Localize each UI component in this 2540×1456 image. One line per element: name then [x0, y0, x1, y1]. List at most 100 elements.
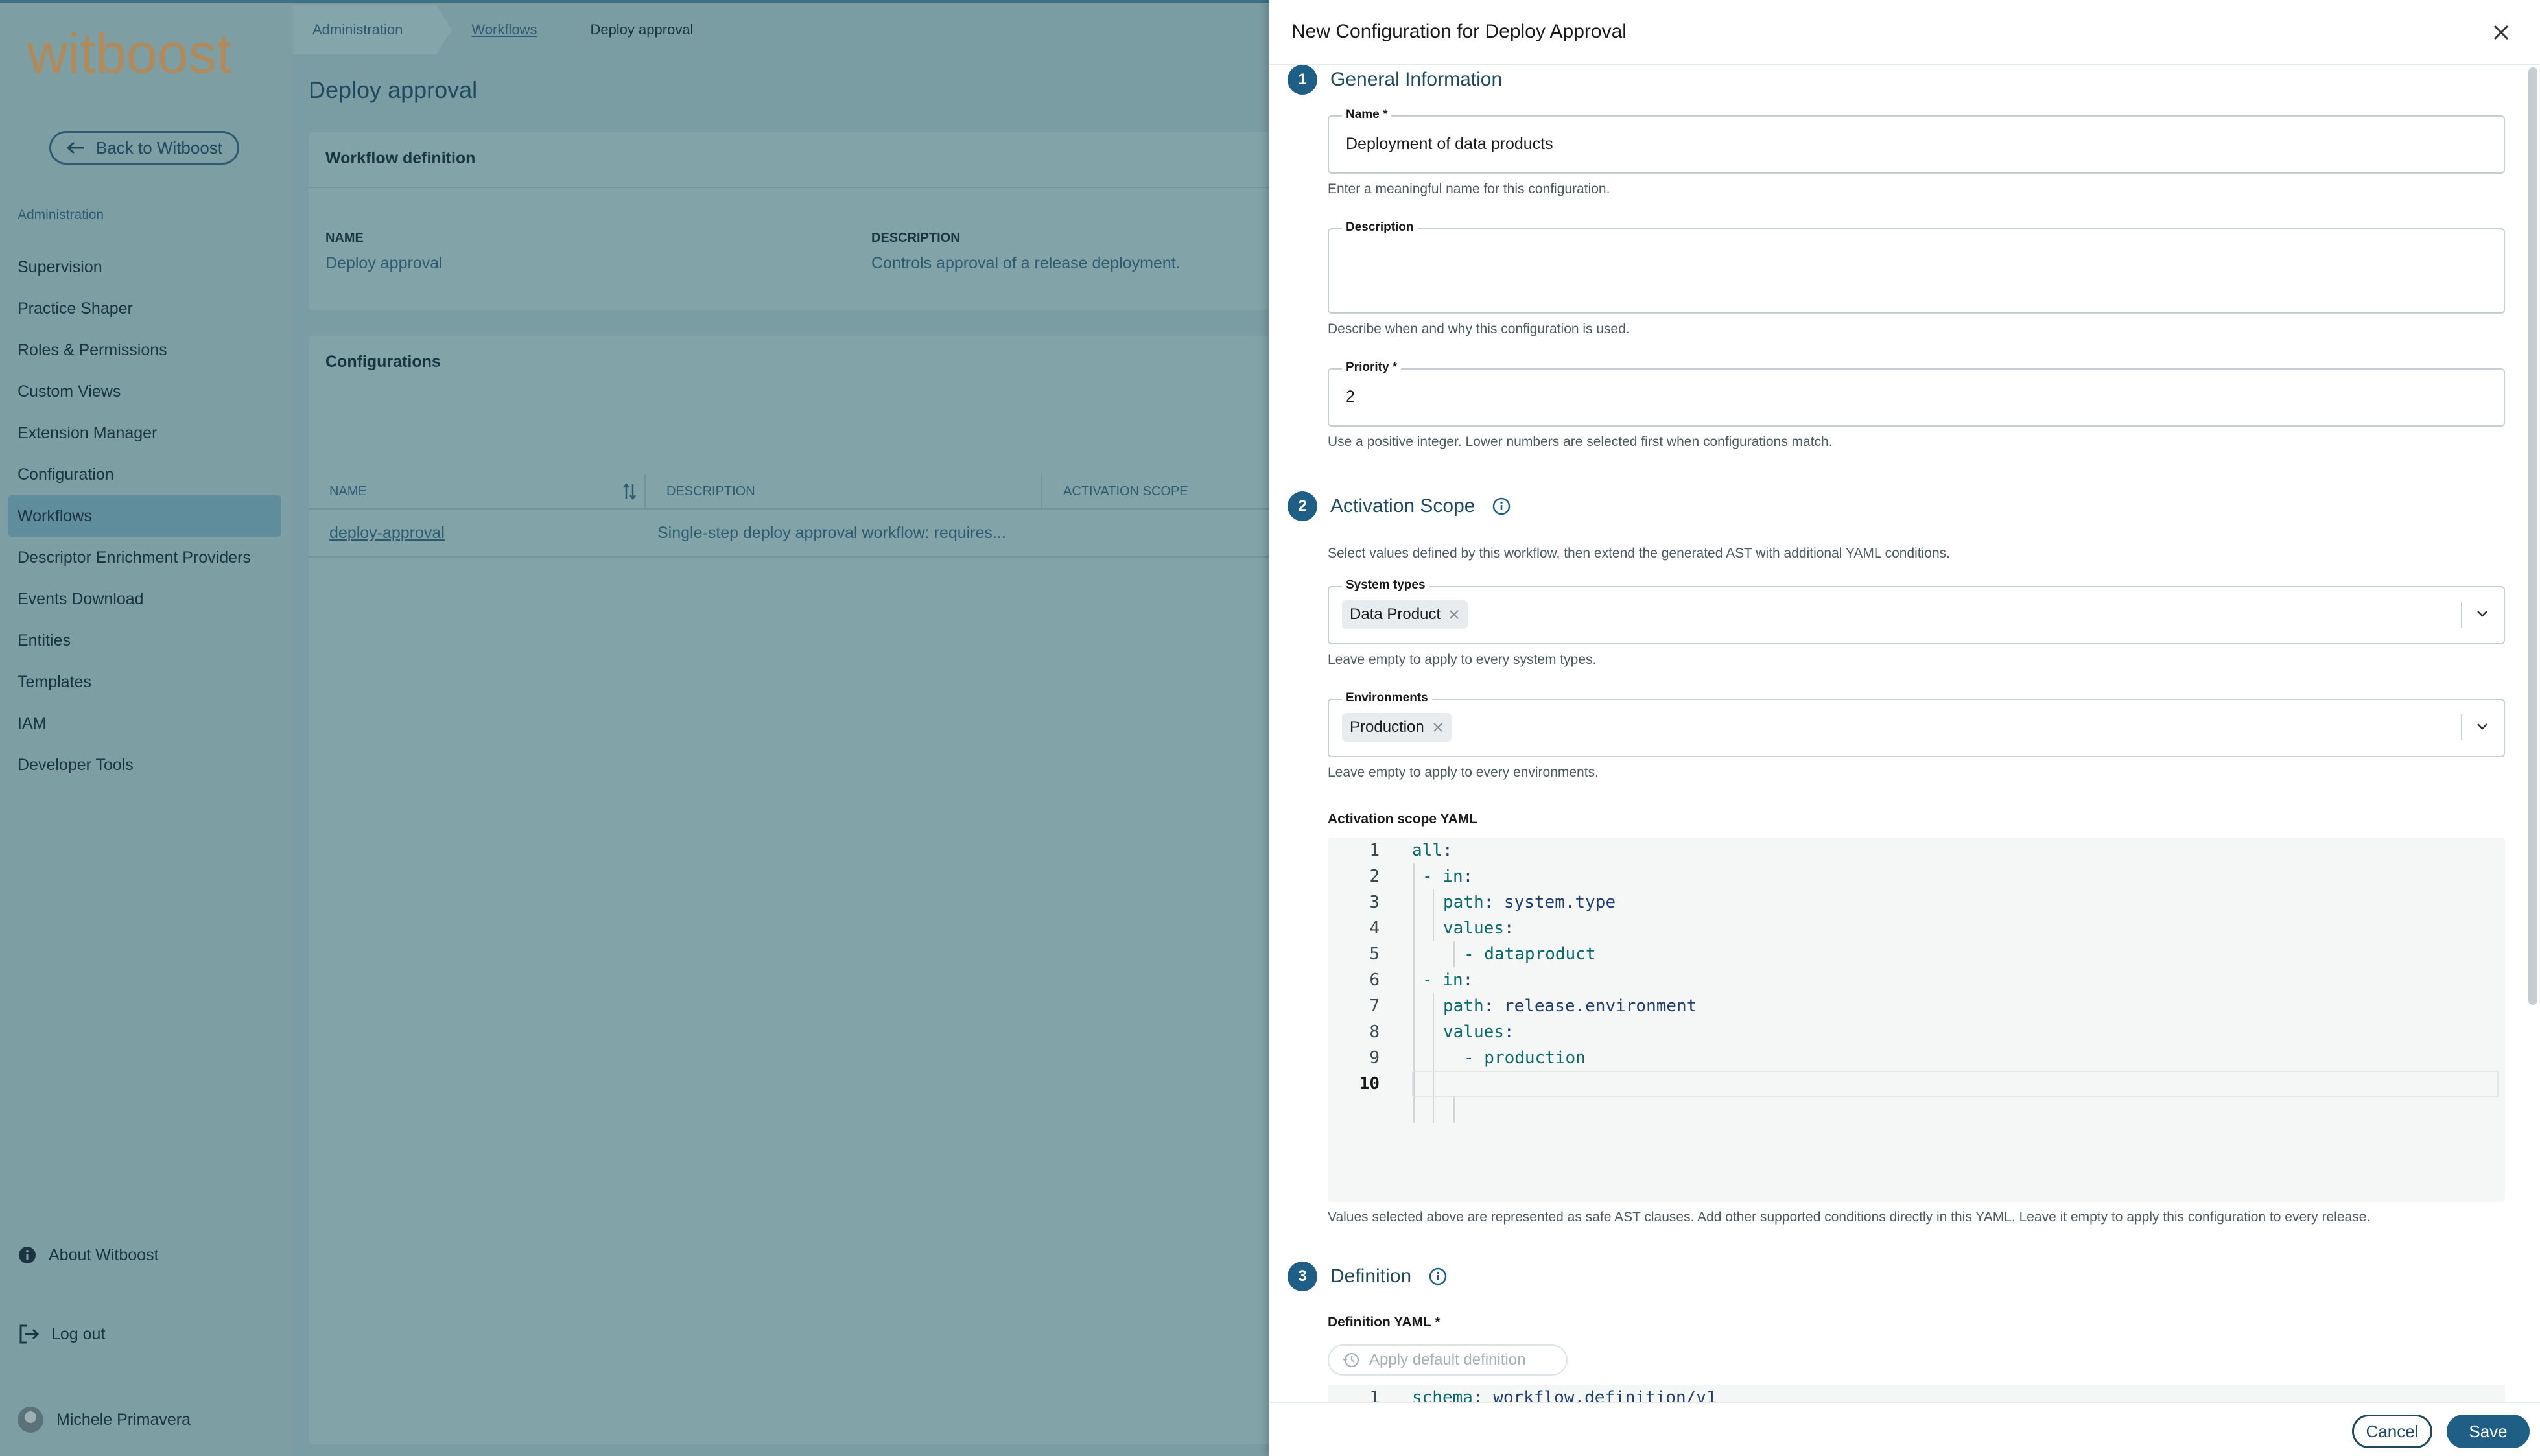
name-field-label: Name *: [1342, 108, 1392, 122]
environments-helper: Leave empty to apply to every environmen…: [1328, 765, 1599, 780]
priority-field-value: 2: [1346, 388, 1355, 406]
drawer-scrollbar[interactable]: [2528, 67, 2537, 1005]
code-line: 9 - production: [1328, 1045, 2505, 1071]
sidebar-item-iam[interactable]: IAM: [8, 703, 281, 744]
column-name[interactable]: NAME: [309, 474, 646, 509]
code-line: 4 values:: [1328, 915, 2505, 941]
svg-text:witboost: witboost: [27, 25, 232, 85]
configurations-card: Configurations NAME DESCRIPTION ACTIVATI…: [309, 336, 1285, 1444]
name-field[interactable]: Name * Deployment of data products: [1328, 108, 2505, 174]
breadcrumb-administration[interactable]: Administration: [293, 5, 437, 54]
chip-remove-icon[interactable]: [1448, 609, 1460, 620]
system-types-label: System types: [1342, 578, 1429, 593]
step-general-information: 1 General Information: [1288, 65, 1502, 95]
description-label: DESCRIPTION: [871, 231, 960, 245]
code-line: 1 schema: workflow.definition/v1: [1328, 1385, 2505, 1402]
chevron-down-icon[interactable]: [2473, 717, 2492, 736]
chevron-down-icon[interactable]: [2473, 604, 2492, 624]
code-line: 2 - in:: [1328, 863, 2505, 889]
column-activation-scope[interactable]: ACTIVATION SCOPE: [1042, 474, 1285, 509]
line-number: 3: [1369, 893, 1380, 912]
code-text: - dataproduct: [1464, 945, 1596, 964]
definition-yaml-editor[interactable]: 1 schema: workflow.definition/v1: [1328, 1385, 2505, 1402]
sidebar-item-configuration[interactable]: Configuration: [8, 454, 281, 495]
line-number: 7: [1369, 996, 1380, 1016]
close-icon[interactable]: [2488, 19, 2514, 45]
info-icon[interactable]: [1492, 497, 1511, 516]
line-number: 2: [1369, 867, 1380, 886]
about-label: About Witboost: [49, 1245, 159, 1264]
info-icon[interactable]: [1428, 1267, 1448, 1286]
config-name-link[interactable]: deploy-approval: [309, 524, 637, 543]
column-description[interactable]: DESCRIPTION: [646, 474, 1042, 509]
line-number: 4: [1369, 919, 1380, 938]
environments-label: Environments: [1342, 691, 1432, 705]
sidebar-item-supervision[interactable]: Supervision: [8, 246, 281, 288]
sidebar-item-templates[interactable]: Templates: [8, 661, 281, 703]
environment-chip[interactable]: Production: [1342, 713, 1452, 742]
code-text: path: release.environment: [1443, 996, 1697, 1016]
apply-default-definition-button[interactable]: Apply default definition: [1328, 1344, 1568, 1376]
main-content: Administration Workflows Deploy approval…: [293, 0, 1285, 1456]
line-number: 6: [1369, 970, 1380, 990]
workflow-definition-card: Workflow definition NAME Deploy approval…: [309, 132, 1285, 310]
configurations-title: Configurations: [325, 353, 441, 371]
code-line: 8 values:: [1328, 1019, 2505, 1045]
code-line: 6 - in:: [1328, 967, 2505, 993]
step-title: General Information: [1330, 69, 1503, 90]
sidebar: witboost Back to Witboost Administration…: [0, 0, 293, 1456]
drawer-title: New Configuration for Deploy Approval: [1291, 21, 1627, 42]
chip-label: Production: [1350, 718, 1424, 736]
chip-remove-icon[interactable]: [1432, 722, 1444, 733]
sidebar-item-practice-shaper[interactable]: Practice Shaper: [8, 288, 281, 329]
line-number: 5: [1369, 945, 1380, 964]
activation-yaml-label: Activation scope YAML: [1328, 812, 1478, 827]
activation-yaml-editor[interactable]: 1 all: 2 - in: 3 path: system.type 4 values: 5 - …: [1328, 838, 2505, 1202]
logout-button[interactable]: Log out: [18, 1323, 105, 1345]
nav-heading: Administration: [18, 207, 104, 222]
system-types-select[interactable]: System types Data Product: [1328, 578, 2505, 644]
activation-yaml-helper: Values selected above are represented as…: [1328, 1210, 2371, 1225]
chip-label: Data Product: [1350, 605, 1441, 623]
sidebar-item-descriptor-enrichment-providers[interactable]: Descriptor Enrichment Providers: [8, 537, 281, 578]
drawer-footer: Cancel Save: [1269, 1402, 2540, 1456]
workflow-card-title: Workflow definition: [325, 149, 476, 167]
cancel-button[interactable]: Cancel: [2352, 1415, 2432, 1448]
definition-yaml-label: Definition YAML *: [1328, 1315, 1441, 1330]
description-value: Controls approval of a release deploymen…: [871, 254, 1181, 272]
user-profile[interactable]: Michele Primavera: [18, 1407, 191, 1433]
sidebar-item-events-download[interactable]: Events Download: [8, 578, 281, 620]
back-label: Back to Witboost: [95, 137, 223, 158]
back-to-witboost-button[interactable]: Back to Witboost: [49, 131, 239, 165]
sidebar-item-developer-tools[interactable]: Developer Tools: [8, 744, 281, 786]
priority-field[interactable]: Priority * 2: [1328, 360, 2505, 427]
indent-guide: [1453, 1097, 1455, 1123]
divider: [309, 187, 1285, 188]
sort-icon[interactable]: [622, 483, 637, 500]
description-field[interactable]: Description: [1328, 220, 2505, 314]
code-text: values:: [1443, 919, 1514, 938]
sidebar-item-custom-views[interactable]: Custom Views: [8, 371, 281, 412]
system-type-chip[interactable]: Data Product: [1342, 600, 1468, 629]
environments-select[interactable]: Environments Production: [1328, 691, 2505, 757]
breadcrumb-workflows[interactable]: Workflows: [452, 5, 570, 54]
config-description: Single-step deploy approval workflow: re…: [657, 523, 1006, 542]
column-name-label: NAME: [329, 484, 367, 499]
about-witboost-link[interactable]: About Witboost: [18, 1245, 159, 1265]
description-field-label: Description: [1342, 220, 1418, 235]
witboost-logo: witboost: [27, 25, 232, 85]
sidebar-item-roles-permissions[interactable]: Roles & Permissions: [8, 329, 281, 371]
sidebar-item-extension-manager[interactable]: Extension Manager: [8, 412, 281, 454]
step-number: 1: [1288, 65, 1317, 95]
code-text: - production: [1464, 1048, 1586, 1068]
step-number: 3: [1288, 1262, 1317, 1291]
code-text: schema: workflow.definition/v1: [1412, 1388, 1717, 1402]
sidebar-item-entities[interactable]: Entities: [8, 620, 281, 661]
user-name: Michele Primavera: [56, 1410, 191, 1429]
name-value: Deploy approval: [325, 254, 443, 272]
code-text: - in:: [1422, 867, 1474, 886]
sidebar-item-workflows[interactable]: Workflows: [8, 495, 281, 537]
save-button[interactable]: Save: [2447, 1415, 2530, 1448]
table-row[interactable]: deploy-approval Single-step deploy appro…: [309, 510, 1285, 558]
code-text: - in:: [1422, 970, 1474, 990]
